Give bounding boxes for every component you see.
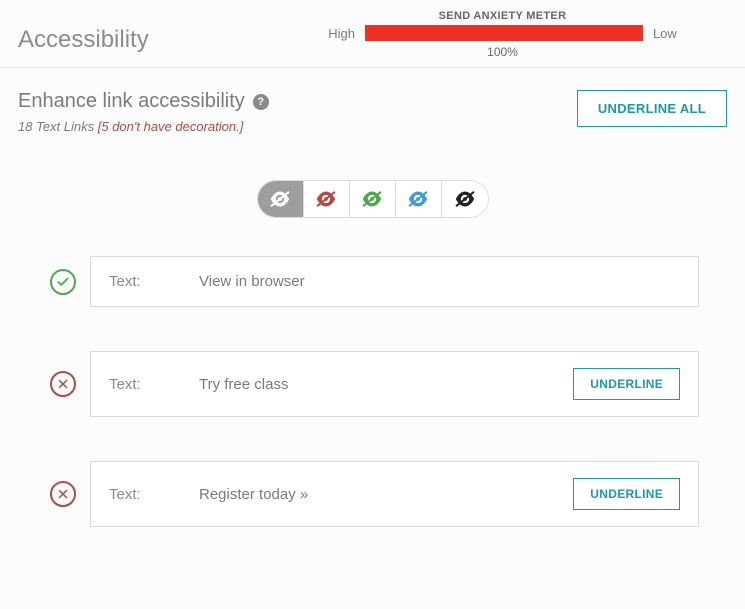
help-icon[interactable]: ? [253,94,269,110]
underline-button[interactable]: UNDERLINE [573,478,680,510]
section-link-accessibility: Enhance link accessibility ? 18 Text Lin… [0,68,745,527]
vision-filter-vision-black[interactable] [442,181,488,217]
vision-filter-vision-red[interactable] [304,181,350,217]
vision-filter-vision-blue[interactable] [396,181,442,217]
meter-low-label: Low [653,26,677,41]
anxiety-meter: SEND ANXIETY METER High Low 100% [278,10,727,59]
section-subline: 18 Text Links [5 don't have decoration.] [18,119,269,134]
meter-bar [365,25,643,41]
vision-filter-pill [257,180,489,218]
meter-label: SEND ANXIETY METER [439,10,567,22]
underline-all-button[interactable]: UNDERLINE ALL [577,90,727,127]
link-list: Text:View in browserText:Try free classU… [18,256,727,527]
underline-button[interactable]: UNDERLINE [573,368,680,400]
vision-filter-row [18,180,727,218]
section-title-text: Enhance link accessibility [18,90,245,113]
section-title: Enhance link accessibility ? [18,90,269,113]
meter-high-label: High [328,26,355,41]
link-text: Try free class [199,376,573,393]
section-titles: Enhance link accessibility ? 18 Text Lin… [18,90,269,134]
cross-icon [50,481,76,507]
link-row: Text:Register today »UNDERLINE [92,461,699,527]
check-icon [50,269,76,295]
meter-row: High Low [328,25,677,41]
meter-percent: 100% [487,45,518,59]
link-text: View in browser [199,273,680,290]
vision-filter-vision-white[interactable] [258,181,304,217]
top-bar: Accessibility SEND ANXIETY METER High Lo… [0,0,745,68]
link-label: Text: [109,273,199,290]
section-header: Enhance link accessibility ? 18 Text Lin… [18,90,727,134]
link-count: 18 Text Links [18,119,94,134]
page-title: Accessibility [18,26,278,54]
link-card: Text:Try free classUNDERLINE [90,351,699,417]
link-row: Text:Try free classUNDERLINE [92,351,699,417]
cross-icon [50,371,76,397]
vision-filter-vision-green[interactable] [350,181,396,217]
link-card: Text:View in browser [90,256,699,307]
link-warning: [5 don't have decoration.] [98,119,244,134]
link-text: Register today » [199,486,573,503]
link-row: Text:View in browser [92,256,699,307]
link-label: Text: [109,486,199,503]
link-card: Text:Register today »UNDERLINE [90,461,699,527]
link-label: Text: [109,376,199,393]
